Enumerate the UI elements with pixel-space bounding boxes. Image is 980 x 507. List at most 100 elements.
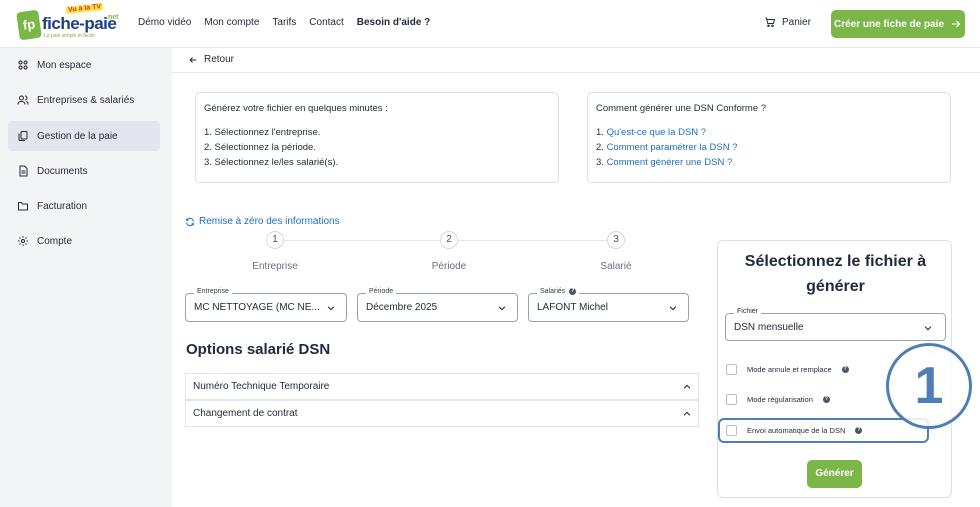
logo-tv-tag: Vu à la TV [65,3,104,14]
sidebar-item-entreprises[interactable]: Entreprises & salariés [8,85,160,115]
periode-select[interactable]: Période Décembre 2025 [357,288,518,322]
nav-demo[interactable]: Démo vidéo [138,17,191,28]
nav-pricing[interactable]: Tarifs [272,17,296,28]
sidebar: Mon espace Entreprises & salariés Gestio… [0,48,170,507]
document-icon [19,165,28,177]
step-2-label: Période [431,261,467,272]
create-payslip-button[interactable]: Créer une fiche de paie [831,10,965,38]
main-content: Retour Générez votre fichier en quelques… [172,48,980,507]
check-row-regularisation: Mode régularisation ? [726,394,830,405]
howto-num: 1. [596,127,607,138]
howto-num: 2. [596,142,607,153]
nav-help[interactable]: Besoin d'aide ? [357,17,431,28]
file-select-value: DSN mensuelle [734,322,804,333]
sidebar-item-gestion-paie[interactable]: Gestion de la paie [8,121,160,151]
chevron-down-icon [327,306,335,311]
help-icon[interactable]: ? [841,366,849,373]
accordion-label: Numéro Technique Temporaire [193,381,330,392]
users-icon [17,95,29,105]
file-select[interactable]: Fichier DSN mensuelle [725,308,946,341]
refresh-icon [186,217,194,226]
step-1-circle: 1 [266,231,284,249]
sidebar-item-label: Documents [37,165,88,177]
chevron-down-icon [924,326,932,331]
gear-icon [18,236,28,246]
accordion-changement-contrat[interactable]: Changement de contrat [185,400,699,427]
howto-box: Comment générer une DSN Conforme ? 1. Qu… [587,92,951,183]
logo-net: .net [106,14,119,21]
step-3-circle: 3 [607,231,625,249]
instruction-step: 3. Sélectionnez le/les salarié(s). [204,157,339,168]
help-icon[interactable]: ? [569,288,577,295]
back-label: Retour [204,54,235,65]
cart-link[interactable]: Panier [764,16,811,28]
howto-item: 2. Comment paramétrer la DSN ? [596,140,942,155]
howto-num: 3. [596,157,607,168]
sidebar-item-compte[interactable]: Compte [8,226,160,256]
sidebar-item-mon-espace[interactable]: Mon espace [8,50,160,80]
accordion-numero-technique[interactable]: Numéro Technique Temporaire [185,373,699,400]
howto-link-what-is-dsn[interactable]: Qu'est-ce que la DSN ? [607,127,707,138]
accordion-label: Changement de contrat [193,408,298,419]
top-navigation: fp fiche-paie Vu à la TV .net La paie si… [0,0,980,48]
arrow-right-icon [952,20,961,28]
sidebar-item-label: Mon espace [37,59,92,71]
sidebar-item-label: Compte [37,235,73,247]
reset-link[interactable]: Remise à zéro des informations [185,216,340,227]
check-label: Mode annule et remplace [747,365,832,374]
file-select-label: Fichier [734,308,762,315]
sidebar-item-facturation[interactable]: Facturation [8,191,160,221]
salaries-select-label-wrap: Salariés ? [537,288,580,295]
periode-select-value: Décembre 2025 [366,302,438,313]
nav-contact[interactable]: Contact [309,17,343,28]
annule-remplace-checkbox[interactable] [726,364,737,375]
sidebar-item-label: Gestion de la paie [37,130,118,142]
generate-button[interactable]: Générer [807,460,862,488]
sidebar-item-label: Facturation [37,200,88,212]
reset-label: Remise à zéro des informations [199,216,340,227]
help-icon[interactable]: ? [822,396,830,403]
chevron-down-icon [498,306,506,311]
entreprise-select-label: Entreprise [194,288,232,295]
logo-tagline: La paie simple et facile [44,33,95,39]
arrow-left-icon [189,56,197,63]
chevron-down-icon [669,306,677,311]
cta-label: Créer une fiche de paie [833,18,945,30]
chevron-up-icon [683,384,691,389]
check-label: Mode régularisation [747,395,813,404]
logo[interactable]: fp fiche-paie Vu à la TV .net La paie si… [16,3,119,41]
panel-title: Sélectionnez le fichier à générer [744,253,927,295]
logo-badge: fp [16,9,42,41]
cart-label: Panier [782,16,811,28]
instruction-step: 1. Sélectionnez l'entreprise. [204,127,321,138]
step-2-circle: 2 [440,231,458,249]
options-title: Options salarié DSN [186,341,331,358]
check-row-annule-remplace: Mode annule et remplace ? [726,364,849,375]
entreprise-select[interactable]: Entreprise MC NETTOYAGE (MC NE... [185,288,347,322]
nav-account[interactable]: Mon compte [204,17,259,28]
sidebar-item-label: Entreprises & salariés [37,94,135,106]
cart-icon [765,17,776,27]
callout-number: 1 [886,343,972,429]
step-3-label: Salarié [600,261,632,272]
instructions-box: Générez votre fichier en quelques minute… [195,92,559,183]
howto-link-generate-dsn[interactable]: Comment générer une DSN ? [607,157,733,168]
divider [172,72,980,73]
salaries-select-label: Salariés [540,288,566,295]
copy-icon [18,131,28,141]
sidebar-item-documents[interactable]: Documents [8,156,160,186]
periode-select-label: Période [366,288,397,295]
salaries-select[interactable]: Salariés ? LAFONT Michel [528,288,689,322]
salaries-select-value: LAFONT Michel [537,302,608,313]
grid-icon [18,60,28,70]
howto-link-configure-dsn[interactable]: Comment paramétrer la DSN ? [607,142,738,153]
folder-icon [18,202,28,211]
howto-item: 3. Comment générer une DSN ? [596,155,942,170]
regularisation-checkbox[interactable] [726,394,737,405]
highlight-frame [718,418,929,443]
back-link[interactable]: Retour [188,54,234,65]
entreprise-select-value: MC NETTOYAGE (MC NE... [194,302,320,313]
chevron-up-icon [683,411,691,416]
step-1-label: Entreprise [252,261,298,272]
instructions-head: Générez votre fichier en quelques minute… [204,103,388,114]
